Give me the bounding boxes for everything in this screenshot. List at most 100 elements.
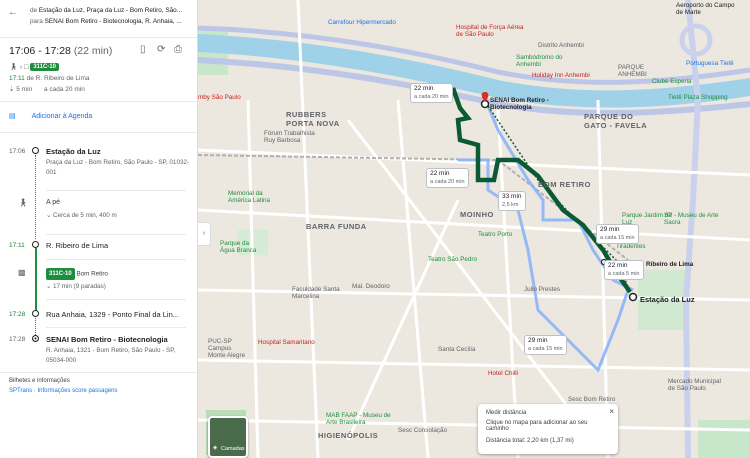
walk-label: A pé (46, 199, 61, 206)
board-dot (32, 241, 39, 248)
tickets-links[interactable]: SPTrans · Informações score passagens (9, 388, 118, 394)
map-district: BOM RETIRO (538, 180, 591, 189)
roundabout (679, 23, 713, 57)
bus-route: 311C-10 Bom Retiro (46, 268, 191, 280)
time-range: 17:06 - 17:28 (9, 45, 71, 57)
walk-time: 5 min (16, 86, 33, 93)
map-label: mby São Paulo (198, 94, 241, 101)
walk-line (35, 155, 36, 239)
measure-hint: Clique no mapa para adicionar ao seu cam… (486, 420, 588, 432)
map-label: Aeroporto do Campo de Marte (676, 2, 735, 16)
chevron-down-icon: ⌄ (46, 283, 54, 290)
divider (0, 101, 197, 102)
destination-prefix: para (30, 18, 43, 25)
map-canvas[interactable]: ‹ Carrefour Hipermercado Hospital de For… (198, 0, 750, 458)
map-label: Santa Cecília (438, 346, 476, 353)
walk-frequency: ⇣ 5 min a cada 20 min (9, 85, 85, 93)
map-label: Holiday Inn Anhembi (532, 72, 590, 79)
walk-icon: 🚶︎ (18, 198, 29, 207)
measure-distance-card: Medir distância × Clique no mapa para ad… (478, 404, 618, 454)
destination-text: SENAI Bom Retiro - Biotecnologia, R. Anh… (44, 18, 182, 25)
route-badge: 311C-10 (30, 63, 60, 72)
end-stop[interactable]: SENAI Bom Retiro - Biotecnologia (46, 335, 168, 344)
map-label: R. Ribeiro de Lima (638, 261, 694, 268)
depart-time: 17:11 (9, 75, 25, 82)
agenda-label: Adicionar à Agenda (31, 113, 93, 120)
map-label: Hotel Chilli (488, 370, 519, 377)
divider (46, 327, 186, 328)
bus-name: Bom Retiro (76, 270, 108, 278)
map-label: Distrito Anhembi (538, 42, 584, 49)
bus-icon: ▩ (18, 268, 26, 277)
bus-badge: 311C-10 (46, 268, 75, 280)
directions-header: ← de Estação da Luz, Praça da Luz - Bom … (0, 0, 197, 38)
map-label: Hospital de Força Aérea de São Paulo (456, 24, 524, 38)
alight-dot (32, 310, 39, 317)
map-label: SP - Museu de Arte Sacra (664, 212, 719, 226)
add-to-calendar-button[interactable]: ▤ Adicionar à Agenda (9, 112, 92, 120)
origin-line[interactable]: de Estação da Luz, Praça da Luz - Bom Re… (30, 7, 194, 14)
map-district: HIGIENÓPOLIS (318, 431, 379, 440)
calendar-icon: ▤ (9, 113, 16, 120)
route-time-box[interactable]: 29 min a cada 15 min (524, 335, 567, 355)
map-district: MOINHO (460, 210, 494, 219)
start-stop[interactable]: Estação da Luz (46, 147, 101, 156)
bus-icon: □ (24, 64, 29, 71)
close-icon[interactable]: × (609, 407, 614, 416)
map-label: Fórum Trabalhista Ruy Barbosa (264, 130, 315, 144)
mobile-send-icon[interactable]: ▯ (140, 44, 146, 55)
trip-times: 17:06 - 17:28 (22 min) (9, 45, 112, 57)
bus-line (35, 248, 37, 315)
route-time-box[interactable]: 33 min 2,5 km (498, 191, 526, 211)
map-label: Carrefour Hipermercado (328, 19, 396, 26)
divider (46, 299, 186, 300)
collapse-panel-button[interactable]: ‹ (198, 222, 211, 246)
map-label: Parque da Água Branca (220, 240, 257, 254)
park-area (698, 420, 750, 458)
map-label: Mercado Municipal de São Paulo (668, 378, 721, 392)
route-time-box[interactable]: 22 min a cada 20 min (426, 168, 469, 188)
divider (0, 132, 197, 133)
walk-detail[interactable]: ⌄ Cerca de 5 min, 400 m (46, 211, 191, 221)
map-label: PUC-SP Campus Monte Alegre (208, 338, 246, 359)
destination-line[interactable]: para SENAI Bom Retiro - Biotecnologia, R… (30, 18, 194, 25)
alight-stop[interactable]: Rua Anhaia, 1329 - Ponto Final da Lin... (46, 310, 179, 319)
map-label: Teatro São Pedro (428, 256, 478, 263)
chevron-down-icon: ⌄ (46, 212, 54, 219)
divider (0, 37, 197, 38)
map-label: Teatro Porto (478, 231, 513, 238)
map-label: Portuguesa Tietê (686, 60, 734, 67)
map-label: Sesc Consolação (398, 427, 448, 434)
frequency: a cada 20 min (43, 86, 85, 93)
map-label: SENAI Bom Retiro - Biotecnologia (490, 97, 549, 111)
end-address: R. Anhaia, 1321 - Bom Retiro, São Paulo … (46, 347, 176, 364)
bus-detail[interactable]: ⌄ 17 min (9 paradas) (46, 282, 191, 292)
route-time-box[interactable]: 29 min a cada 15 min (596, 224, 639, 244)
map-label: Sesc Bom Retiro (568, 396, 616, 403)
layers-button[interactable]: ◈ Camadas (208, 416, 248, 458)
divider (46, 234, 186, 235)
map-label: Sambódromo do Anhembi (516, 54, 563, 68)
map-label: Memorial da América Latina (228, 190, 270, 204)
map-label: Hospital Samaritano (258, 339, 315, 346)
divider (46, 190, 186, 191)
measure-total: Distância total: 2,20 km (1,37 mi) (486, 438, 574, 444)
print-icon[interactable]: ⎙ (174, 44, 182, 55)
walk-icon: 🚶︎ (9, 64, 18, 71)
share-icon[interactable]: ⟳ (157, 44, 165, 55)
directions-panel: ← de Estação da Luz, Praça da Luz - Bom … (0, 0, 198, 458)
map-label: MAB FAAP - Museu de Arte Brasileira (326, 412, 391, 426)
route-time-box[interactable]: 22 min a cada 20 min (410, 83, 453, 103)
route-time-box[interactable]: 22 min a cada 5 min (604, 260, 644, 280)
alight-time: 17:28 (9, 311, 26, 318)
arrow-left-icon[interactable]: ← (8, 7, 18, 18)
map-district: BARRA FUNDA (306, 222, 367, 231)
board-stop[interactable]: R. Ribeiro de Lima (46, 241, 108, 250)
start-time: 17:06 (9, 148, 26, 155)
origin-marker (628, 292, 638, 302)
depart-info: 17:11 de R. Ribeiro de Lima (9, 75, 89, 82)
map-label: Mal. Deodoro (352, 283, 390, 290)
end-time: 17:28 (9, 336, 26, 343)
origin-prefix: de (30, 7, 38, 14)
origin-text: Estação da Luz, Praça da Luz - Bom Retir… (38, 7, 183, 14)
